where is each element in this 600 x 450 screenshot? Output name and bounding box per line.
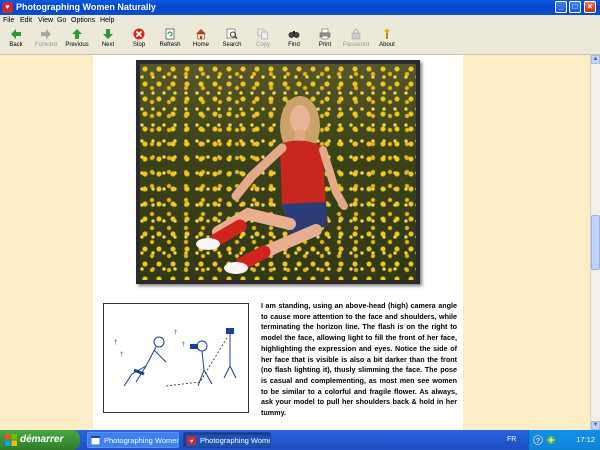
refresh-button[interactable]: Refresh	[154, 28, 186, 53]
language-indicator[interactable]: FR	[507, 430, 516, 450]
down-arrow-icon	[103, 29, 113, 39]
next-button[interactable]: Next	[92, 28, 124, 53]
home-button[interactable]: Home	[185, 28, 217, 53]
menu-view[interactable]: View	[38, 16, 53, 25]
model-photo	[140, 64, 416, 280]
toolbar: Back Forward Previous Next Stop Refresh …	[0, 26, 600, 55]
menu-file[interactable]: File	[3, 16, 14, 25]
flower-mark: †	[174, 330, 177, 336]
up-arrow-icon	[72, 29, 82, 39]
find-icon	[288, 31, 300, 38]
start-label: démarrer	[20, 434, 64, 445]
back-label: Back	[9, 42, 23, 48]
next-label: Next	[101, 42, 115, 48]
forward-arrow-icon	[41, 29, 51, 39]
help-icon[interactable]: ?	[533, 435, 543, 445]
menu-options[interactable]: Options	[71, 16, 95, 25]
search-button[interactable]: Search	[216, 28, 248, 53]
password-button[interactable]: Password	[340, 28, 372, 53]
flower-mark: †	[182, 342, 185, 348]
windows-logo-icon	[5, 434, 17, 446]
taskbar-item-1[interactable]: Photographing Women...	[87, 432, 179, 448]
scroll-up-button[interactable]: ▲	[591, 55, 600, 64]
taskbar-item-2[interactable]: ♥ Photographing Women...	[183, 432, 271, 448]
book-icon: ♥	[187, 436, 196, 445]
stop-button[interactable]: Stop	[123, 28, 155, 53]
window-title: Photographing Women Naturally	[16, 2, 156, 12]
about-icon	[384, 29, 390, 39]
refresh-label: Refresh	[159, 42, 181, 48]
network-icon[interactable]	[546, 435, 556, 445]
refresh-icon	[165, 28, 175, 40]
window-icon	[91, 436, 100, 445]
lighting-diagram: † † † †	[103, 303, 249, 413]
taskbar-item-label: Photographing Women...	[200, 436, 271, 445]
about-label: About	[379, 42, 395, 48]
previous-button[interactable]: Previous	[61, 28, 93, 53]
system-tray: ? 17:12	[528, 430, 600, 450]
find-label: Find	[288, 42, 300, 48]
flower-mark: †	[120, 352, 123, 358]
book-icon: ♥	[2, 2, 13, 13]
print-icon	[319, 28, 331, 40]
menu-help[interactable]: Help	[100, 16, 114, 25]
flower-mark: †	[114, 340, 117, 346]
maximize-button[interactable]: □	[569, 1, 581, 13]
menu-go[interactable]: Go	[57, 16, 66, 25]
home-label: Home	[192, 42, 209, 48]
help-icon-glyph: ?	[536, 438, 540, 445]
minimize-button[interactable]: _	[555, 1, 567, 13]
stop-icon	[133, 28, 145, 40]
stop-label: Stop	[132, 42, 146, 48]
page: † † † † I am standing, using an above-he…	[93, 55, 463, 430]
title-bar[interactable]: ♥ Photographing Women Naturally _ □ ×	[0, 0, 600, 15]
start-button[interactable]: démarrer	[0, 430, 80, 450]
model-figure	[196, 96, 348, 274]
scroll-down-button[interactable]: ▼	[591, 421, 600, 430]
find-button[interactable]: Find	[278, 28, 310, 53]
menu-edit[interactable]: Edit	[20, 16, 32, 25]
back-arrow-icon	[11, 29, 21, 39]
close-button[interactable]: ×	[584, 1, 596, 13]
sketch-drawing: † † † †	[114, 328, 237, 387]
copy-button[interactable]: Copy	[247, 28, 279, 53]
scroll-thumb[interactable]	[591, 215, 600, 270]
clock[interactable]: 17:12	[576, 430, 595, 450]
menu-bar: File Edit View Go Options Help	[0, 15, 600, 26]
photo-frame	[136, 60, 420, 284]
print-label: Print	[318, 42, 332, 48]
home-icon	[196, 29, 206, 40]
forward-button[interactable]: Forward	[30, 28, 62, 53]
print-button[interactable]: Print	[309, 28, 341, 53]
search-icon	[226, 28, 238, 39]
taskbar-item-label: Photographing Women...	[104, 436, 179, 445]
copy-icon	[257, 28, 268, 40]
password-icon	[351, 29, 361, 40]
back-button[interactable]: Back	[0, 28, 32, 53]
search-label: Search	[222, 42, 242, 48]
content-area: † † † † I am standing, using an above-he…	[0, 55, 590, 430]
forward-label: Forward	[34, 42, 57, 48]
book-icon-glyph: ♥	[190, 439, 194, 445]
previous-label: Previous	[65, 42, 89, 48]
about-button[interactable]: About	[371, 28, 403, 53]
photo-description: I am standing, using an above-head (high…	[261, 301, 457, 418]
password-label: Password	[342, 42, 370, 48]
app-window: ♥ Photographing Women Naturally _ □ × Fi…	[0, 0, 600, 430]
vertical-scrollbar[interactable]: ▲ ▼	[590, 55, 600, 430]
copy-label: Copy	[255, 42, 270, 48]
taskbar: démarrer Photographing Women... ♥ Photog…	[0, 430, 600, 450]
